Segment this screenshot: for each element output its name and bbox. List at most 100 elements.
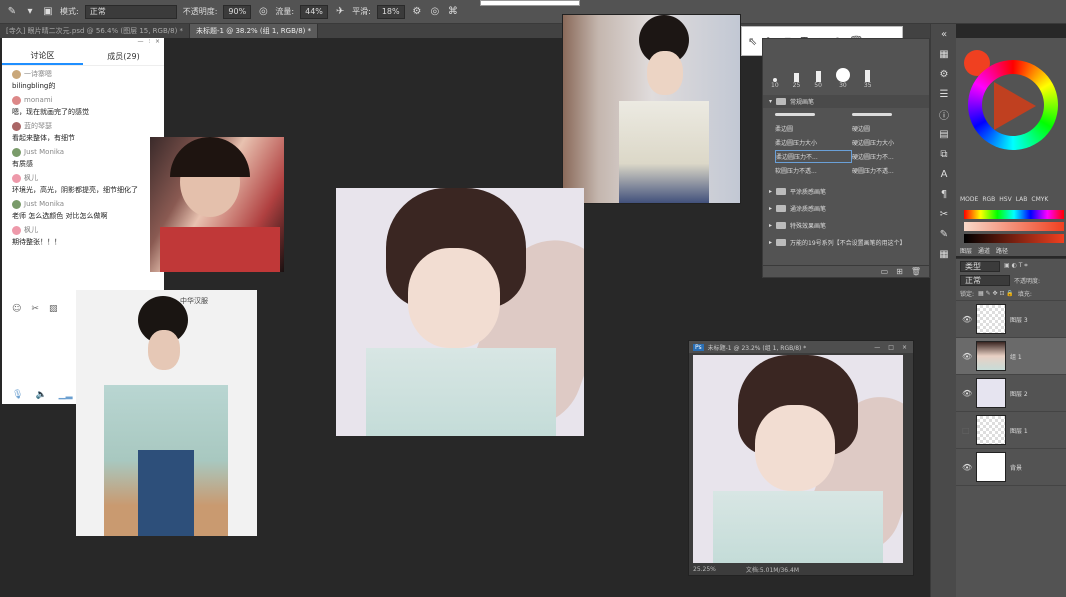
emoji-icon[interactable]: ☺ (12, 304, 21, 314)
scissors-icon[interactable]: ✂ (31, 304, 39, 314)
avatar[interactable] (12, 121, 21, 131)
brush-size-item[interactable]: 10 (771, 78, 779, 89)
brush-size-item[interactable]: 50 (814, 71, 822, 89)
zoom-level[interactable]: 25.25% (693, 566, 716, 573)
crop-icon[interactable]: ⧉ (931, 144, 957, 164)
reference-photo-runway[interactable] (562, 14, 741, 204)
brush-icon[interactable]: ✎ (931, 224, 957, 244)
image-icon[interactable]: ▨ (49, 304, 58, 314)
brush-tool-icon[interactable]: ✎ (6, 6, 18, 18)
speaker-icon[interactable]: 🔈 (35, 390, 46, 400)
pin-icon[interactable]: ⫶ (148, 38, 150, 48)
opacity-input[interactable]: 90% (223, 4, 252, 19)
tab-layers[interactable]: 图层 (960, 246, 972, 256)
floating-document-window[interactable]: Ps 未标题-1 @ 23.2% (组 1, RGB/8) * — □ × 25… (688, 340, 914, 576)
pressure-size-icon[interactable]: ◎ (429, 6, 441, 18)
avatar[interactable] (12, 173, 21, 183)
avatar[interactable] (12, 199, 21, 209)
microphone-icon[interactable]: 🎙 (12, 390, 23, 400)
brush-label-selected[interactable]: 柔边圆压力不... (775, 150, 852, 163)
brush-item[interactable] (775, 108, 852, 121)
new-group-icon[interactable]: ▭ (881, 267, 889, 276)
layer-row[interactable]: 👁 背景 (956, 449, 1066, 486)
flow-input[interactable]: 44% (300, 4, 329, 19)
eye-icon[interactable]: 👁 (962, 389, 972, 398)
avatar[interactable] (12, 225, 21, 235)
window-titlebar[interactable]: Ps 未标题-1 @ 23.2% (组 1, RGB/8) * — □ × (689, 341, 913, 353)
blend-mode-select[interactable]: 正常 (960, 274, 1010, 286)
color-mode-tab[interactable]: HSV (999, 196, 1011, 206)
tab-discussion[interactable]: 讨论区 (2, 48, 83, 65)
properties-icon[interactable]: ▤ (931, 124, 957, 144)
saturation-slider[interactable] (964, 222, 1064, 231)
minimize-icon[interactable]: — (874, 344, 880, 351)
author-name: 枫儿 (24, 174, 38, 182)
history-icon[interactable]: ▦ (931, 44, 957, 64)
toggle-brush-panel-icon[interactable]: ▣ (42, 6, 54, 18)
hue-slider[interactable] (964, 210, 1064, 219)
grid-icon[interactable]: ▦ (931, 244, 957, 264)
mode-select[interactable]: 正常 (84, 4, 177, 19)
chart-icon[interactable]: ▁▂ (59, 390, 73, 400)
lock-icons[interactable]: ▦ ✎ ✥ ⊡ 🔒 (978, 290, 1014, 297)
close-icon[interactable]: × (902, 344, 907, 351)
eye-icon[interactable]: 👁 (962, 463, 972, 472)
layer-kind-select[interactable]: 类型 (960, 260, 1000, 272)
brush-size-item[interactable]: 30 (835, 68, 850, 89)
brush-size-item[interactable]: 35 (864, 70, 872, 89)
brush-group[interactable]: ▸ 特殊效果画笔 (763, 219, 929, 232)
sliders-icon[interactable]: ☰ (931, 84, 957, 104)
paragraph-icon[interactable]: ¶ (931, 184, 957, 204)
layer-row[interactable]: 👁 图层 2 (956, 375, 1066, 412)
brush-group[interactable]: ▸ 通涂质感画笔 (763, 202, 929, 215)
color-mode-tab[interactable]: MODE (960, 196, 978, 206)
smooth-input[interactable]: 18% (376, 4, 405, 19)
brush-item[interactable] (852, 108, 929, 121)
pressure-opacity-icon[interactable]: ◎ (257, 6, 269, 18)
maximize-icon[interactable]: □ (888, 344, 894, 351)
reference-photo-hanfu[interactable]: 中华汉服 (76, 290, 257, 536)
brush-size-item[interactable]: 25 (793, 73, 800, 89)
layer-row-selected[interactable]: 👁 组 1 (956, 338, 1066, 375)
tab-members[interactable]: 成员(29) (83, 48, 164, 65)
face-shape (148, 330, 180, 370)
eye-icon[interactable]: 👁 (962, 352, 972, 361)
collapse-icon[interactable]: « (931, 24, 957, 44)
info-icon[interactable]: ⓘ (931, 104, 957, 124)
color-mode-tab[interactable]: RGB (982, 196, 995, 206)
minimize-icon[interactable]: — (137, 38, 143, 48)
value-slider[interactable] (964, 234, 1064, 243)
layer-row[interactable]: 👁 图层 3 (956, 301, 1066, 338)
tools-icon[interactable]: ✂ (931, 204, 957, 224)
tab-paths[interactable]: 路径 (996, 246, 1008, 256)
character-icon[interactable]: A (931, 164, 957, 184)
eye-hidden-icon[interactable]: □ (962, 426, 972, 435)
trash-icon[interactable]: 🗑 (911, 267, 921, 276)
brush-group-regular[interactable]: ▾ 常规画笔 (763, 95, 929, 108)
adjust-icon[interactable]: ⚙ (931, 64, 957, 84)
color-mode-tab[interactable]: CMYK (1031, 196, 1048, 206)
brush-group[interactable]: ▸ 平涂质感画笔 (763, 185, 929, 198)
new-brush-icon[interactable]: ⊞ (896, 267, 903, 276)
brush-preset-icon[interactable]: ▾ (24, 6, 36, 18)
select-icon[interactable]: ⇖ (748, 35, 757, 48)
close-icon[interactable]: × (155, 38, 160, 48)
filter-icons[interactable]: ▣ ◐ T ⌗ (1004, 262, 1028, 270)
tab-document-2[interactable]: 未标题-1 @ 38.2% (组 1, RGB/8) * (190, 24, 319, 38)
illustration-canvas[interactable] (336, 188, 584, 436)
reference-photo-portrait[interactable] (150, 137, 284, 272)
airbrush-icon[interactable]: ✈ (334, 6, 346, 18)
eye-icon[interactable]: 👁 (962, 315, 972, 324)
brush-group[interactable]: ▸ 万能的19号系列【不合设置画笔的用这个】 (763, 236, 929, 249)
avatar[interactable] (12, 69, 21, 79)
layer-row[interactable]: □ 图层 1 (956, 412, 1066, 449)
color-triangle[interactable] (994, 82, 1036, 130)
avatar[interactable] (12, 147, 21, 157)
illustration-preview[interactable] (693, 355, 903, 563)
tab-channels[interactable]: 通道 (978, 246, 990, 256)
gear-icon[interactable]: ⚙ (411, 6, 423, 18)
symmetry-icon[interactable]: ⌘ (447, 6, 459, 18)
tab-document-1[interactable]: [寺久] 眼片晴二次元.psd @ 56.4% (图层 15, RGB/8) * (0, 24, 191, 38)
color-mode-tab[interactable]: LAB (1016, 196, 1028, 206)
avatar[interactable] (12, 95, 21, 105)
